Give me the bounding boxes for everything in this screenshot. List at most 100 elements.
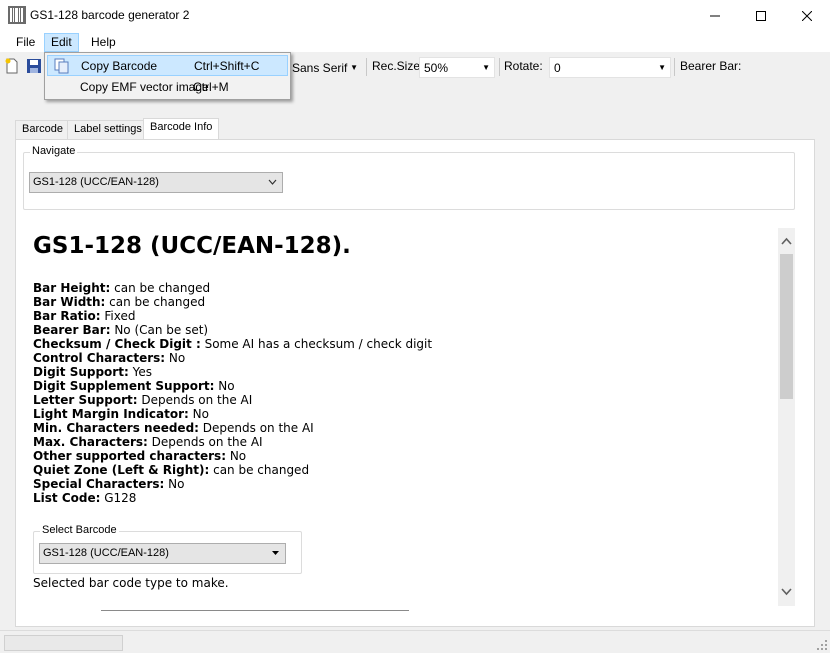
chevron-down-icon — [781, 587, 792, 595]
recsize-label: Rec.Size — [372, 59, 421, 73]
property-name: Bar Ratio: — [33, 309, 101, 323]
property-name: Special Characters: — [33, 477, 165, 491]
bearer-bar-label: Bearer Bar: — [680, 59, 742, 73]
chevron-down-icon: ▼ — [482, 63, 490, 72]
property-value: can be changed — [209, 463, 310, 477]
chevron-down-icon — [272, 551, 279, 555]
property-value: Depends on the AI — [137, 393, 253, 407]
select-barcode-hint: Selected bar code type to make. — [33, 576, 229, 590]
property-name: List Code: — [33, 491, 101, 505]
property-value: No (Can be set) — [110, 323, 209, 337]
info-scrollbar[interactable] — [778, 228, 795, 606]
property-row: List Code: G128 — [33, 491, 432, 505]
maximize-icon — [756, 10, 766, 21]
scroll-thumb[interactable] — [780, 254, 793, 399]
property-row: Digit Supplement Support: No — [33, 379, 432, 393]
property-value: Depends on the AI — [147, 435, 263, 449]
property-name: Min. Characters needed: — [33, 421, 199, 435]
property-row: Bar Height: can be changed — [33, 281, 432, 295]
close-icon — [802, 10, 812, 21]
toolbar-separator — [499, 58, 500, 76]
rotate-label: Rotate: — [504, 59, 543, 73]
property-row: Light Margin Indicator: No — [33, 407, 432, 421]
property-row: Max. Characters: Depends on the AI — [33, 435, 432, 449]
copy-barcode-shortcut: Ctrl+Shift+C — [194, 59, 260, 73]
navigate-select[interactable]: GS1-128 (UCC/EAN-128) — [29, 172, 283, 193]
menu-help[interactable]: Help — [84, 33, 123, 52]
recsize-value: 50% — [424, 61, 449, 75]
property-name: Other supported characters: — [33, 449, 227, 463]
menu-bar: File Edit Help — [0, 31, 830, 53]
select-barcode-value: GS1-128 (UCC/EAN-128) — [43, 547, 169, 559]
status-bar — [0, 630, 830, 653]
property-name: Max. Characters: — [33, 435, 148, 449]
property-value: No — [164, 477, 185, 491]
toolbar-separator — [366, 58, 367, 76]
title-bar: GS1-128 barcode generator 2 — [0, 0, 830, 31]
minimize-icon — [710, 15, 720, 16]
property-row: Quiet Zone (Left & Right): can be change… — [33, 463, 432, 477]
navigate-label: Navigate — [30, 145, 78, 157]
info-heading: GS1-128 (UCC/EAN-128). — [33, 233, 351, 259]
chevron-down-icon: ▼ — [350, 63, 358, 72]
save-icon[interactable] — [26, 58, 42, 74]
property-name: Bearer Bar: — [33, 323, 111, 337]
property-name: Checksum / Check Digit : — [33, 337, 201, 351]
property-value: can be changed — [110, 281, 211, 295]
resize-grip-icon[interactable] — [816, 639, 828, 651]
scroll-down-button[interactable] — [778, 583, 795, 600]
chevron-down-icon — [268, 179, 277, 185]
minimize-button[interactable] — [692, 0, 738, 31]
window-title: GS1-128 barcode generator 2 — [30, 8, 190, 22]
content-divider — [101, 610, 409, 611]
property-value: No — [165, 351, 186, 365]
property-row: Bearer Bar: No (Can be set) — [33, 323, 432, 337]
toolbar-separator — [674, 58, 675, 76]
copy-icon — [54, 58, 69, 74]
property-name: Light Margin Indicator: — [33, 407, 189, 421]
font-combo[interactable]: Sans Serif ▼ — [287, 57, 363, 78]
rotate-combo[interactable]: 0 ▼ — [549, 57, 671, 78]
property-name: Digit Support: — [33, 365, 129, 379]
chevron-up-icon — [781, 237, 792, 245]
menu-copy-barcode[interactable]: Copy Barcode Ctrl+Shift+C — [47, 55, 288, 76]
property-name: Quiet Zone (Left & Right): — [33, 463, 210, 477]
property-value: Yes — [128, 365, 152, 379]
property-row: Letter Support: Depends on the AI — [33, 393, 432, 407]
property-row: Bar Ratio: Fixed — [33, 309, 432, 323]
select-barcode-label: Select Barcode — [40, 524, 119, 536]
menu-edit[interactable]: Edit — [44, 33, 79, 52]
copy-emf-label: Copy EMF vector image — [80, 80, 209, 94]
recsize-combo[interactable]: 50% ▼ — [419, 57, 495, 78]
tab-barcode[interactable]: Barcode — [15, 120, 70, 140]
menu-copy-emf[interactable]: Copy EMF vector image Ctrl+M — [47, 77, 288, 98]
tab-barcode-info[interactable]: Barcode Info — [143, 118, 220, 140]
property-value: No — [188, 407, 209, 421]
property-name: Letter Support: — [33, 393, 138, 407]
edit-menu-dropdown: Copy Barcode Ctrl+Shift+C Copy EMF vecto… — [44, 52, 291, 100]
property-value: Some AI has a checksum / check digit — [200, 337, 433, 351]
new-file-icon[interactable] — [4, 58, 20, 74]
property-value: G128 — [100, 491, 137, 505]
copy-emf-shortcut: Ctrl+M — [193, 80, 229, 94]
chevron-down-icon: ▼ — [658, 63, 666, 72]
tab-label-settings[interactable]: Label settings — [67, 120, 149, 140]
property-row: Digit Support: Yes — [33, 365, 432, 379]
scroll-up-button[interactable] — [778, 232, 795, 249]
property-value: No — [214, 379, 235, 393]
close-button[interactable] — [784, 0, 830, 31]
select-barcode-combo[interactable]: GS1-128 (UCC/EAN-128) — [39, 543, 286, 564]
maximize-button[interactable] — [738, 0, 784, 31]
barcode-app-icon — [8, 6, 26, 24]
copy-barcode-label: Copy Barcode — [81, 59, 158, 73]
rotate-value: 0 — [554, 61, 561, 75]
property-name: Bar Height: — [33, 281, 111, 295]
navigate-value: GS1-128 (UCC/EAN-128) — [33, 176, 159, 188]
property-name: Digit Supplement Support: — [33, 379, 215, 393]
property-row: Special Characters: No — [33, 477, 432, 491]
barcode-info-content: GS1-128 (UCC/EAN-128). Bar Height: can b… — [23, 220, 778, 623]
property-list: Bar Height: can be changed Bar Width: ca… — [33, 281, 432, 505]
font-value: Sans Serif — [292, 61, 348, 75]
property-name: Control Characters: — [33, 351, 166, 365]
menu-file[interactable]: File — [9, 33, 42, 52]
